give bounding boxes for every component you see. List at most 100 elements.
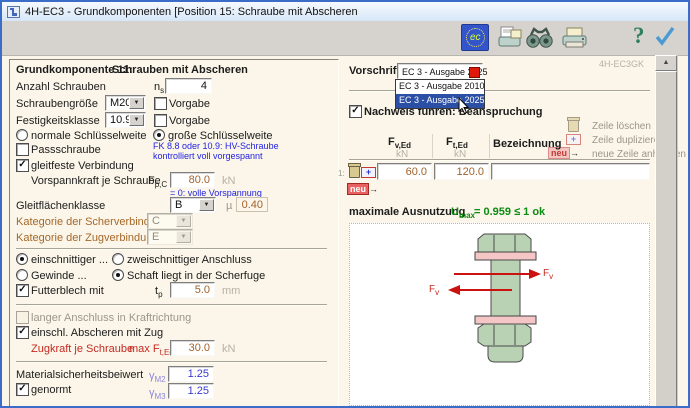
column-divider	[432, 134, 433, 158]
schaft-radio[interactable]	[112, 269, 124, 281]
print-button[interactable]	[561, 25, 589, 50]
chevron-down-icon: ▼	[176, 215, 191, 227]
gewinde-label: Gewinde ...	[31, 270, 87, 282]
chevron-down-icon[interactable]: ▼	[129, 97, 144, 109]
ftmax-symbol: max Ft,Ed	[129, 343, 174, 355]
row-number: 1:	[338, 168, 345, 180]
row-duplicate-button[interactable]: +	[361, 167, 376, 178]
futterblech-checkbox[interactable]: ✓	[16, 284, 29, 297]
confirm-button[interactable]	[654, 25, 676, 47]
check-icon: ✓	[18, 159, 26, 170]
scrollbar-thumb[interactable]	[655, 71, 677, 408]
binoculars-icon	[527, 29, 552, 47]
gleitflaechenklasse-label: Gleitflächenklasse	[16, 200, 105, 212]
divider	[16, 361, 327, 362]
tp-symbol: tp	[155, 285, 163, 297]
festigkeitsklasse-label: Festigkeitsklasse	[16, 115, 100, 127]
passschraube-label: Passschraube	[31, 144, 101, 156]
fted-input[interactable]	[434, 163, 489, 180]
schraubengroesse-label: Schraubengröße	[16, 98, 98, 110]
bezeichnung-input[interactable]	[491, 163, 650, 180]
up-arrow-icon: ▲	[663, 59, 670, 66]
chevron-down-icon[interactable]: ▼	[199, 199, 214, 211]
figure-panel	[349, 223, 650, 406]
futterblech-dicke-input[interactable]	[170, 282, 215, 298]
duplicate-icon: +	[566, 134, 581, 145]
arrow-right-icon: →	[369, 184, 378, 194]
legend-delete-label: Zeile löschen	[592, 121, 651, 133]
einschnittig-radio[interactable]	[16, 253, 28, 265]
fk-hint-line2: kontrolliert voll vorgespannt	[153, 151, 263, 161]
col-fted-header: Ft,Ed	[446, 136, 468, 148]
window-title: 4H-EC3 - Grundkomponenten [Position 15: …	[25, 6, 358, 18]
column-divider	[489, 134, 490, 158]
vorspannkraft-label: Vorspannkraft je Schraube	[31, 175, 161, 187]
ec-standard-button[interactable]: ec	[461, 24, 489, 51]
search-button[interactable]	[525, 26, 554, 49]
plus-icon: +	[366, 167, 371, 177]
vorgabe-festigkeit-label: Vorgabe	[169, 115, 210, 127]
fk-hint-line1: FK 8.8 oder 10.9: HV-Schraube	[153, 141, 279, 151]
kategorie-zug-value: E	[152, 231, 159, 243]
gamma-m3-symbol: γM3	[149, 387, 166, 399]
festigkeitsklasse-select[interactable]: 10.9 ▼	[105, 112, 146, 128]
ausnutzung-label: maximale Ausnutzung	[349, 206, 465, 218]
passschraube-checkbox[interactable]	[16, 143, 29, 156]
red-indicator-icon[interactable]	[469, 67, 480, 78]
row-delete-button[interactable]	[349, 165, 360, 178]
fpc-symbol: Fp,C	[148, 175, 167, 187]
zweischnittig-radio[interactable]	[112, 253, 124, 265]
gewinde-radio[interactable]	[16, 269, 28, 281]
gamma-m2-input[interactable]	[168, 366, 214, 382]
ec-icon: ec	[470, 32, 481, 43]
vorschrift-select[interactable]: EC 3 - Ausgabe 2025	[397, 63, 483, 79]
genormt-checkbox[interactable]: ✓	[16, 383, 29, 396]
col-bezeichnung-header: Bezeichnung	[493, 138, 561, 150]
printer-icon	[563, 28, 586, 47]
normale-schluesselweite-label: normale Schlüsselweite	[31, 130, 147, 142]
vorspannkraft-input[interactable]	[170, 172, 215, 188]
check-icon: ✓	[18, 284, 26, 295]
scrollbar-up-button[interactable]: ▲	[655, 55, 677, 71]
kategorie-scher-value: C	[152, 215, 160, 227]
umax-symbol: Umax	[451, 206, 475, 218]
confirm-check-icon	[657, 28, 673, 43]
help-button[interactable]: ?	[633, 23, 645, 49]
vorgabe-groesse-checkbox[interactable]	[154, 97, 167, 110]
normale-schluesselweite-radio[interactable]	[16, 129, 28, 141]
fved-input[interactable]	[377, 163, 432, 180]
nachweis-fuehren-checkbox[interactable]: ✓	[349, 105, 362, 118]
gleitflaechenklasse-select[interactable]: B ▼	[170, 197, 216, 213]
fv-force-label: Fv	[543, 268, 553, 280]
bolt-figure	[350, 224, 649, 405]
chevron-down-icon[interactable]: ▼	[129, 114, 144, 126]
legend-duplicate-label: Zeile duplizieren	[592, 135, 665, 147]
anzahl-schrauben-input[interactable]	[165, 78, 212, 94]
kategorie-scherverbindung-select: C ▼	[147, 213, 193, 229]
gleitfeste-verbindung-label: gleitfeste Verbindung	[31, 160, 134, 172]
vorschrift-dropdown-list: EC 3 - Ausgabe 2010 EC 3 - Ausgabe 2025	[395, 79, 485, 109]
title-bar: 4H-EC3 - Grundkomponenten [Position 15: …	[2, 2, 688, 21]
abscheren-mit-zug-label: einschl. Abscheren mit Zug	[31, 327, 163, 339]
gleitfeste-verbindung-checkbox[interactable]: ✓	[16, 159, 29, 172]
check-icon: ✓	[18, 326, 26, 337]
grosse-schluesselweite-radio[interactable]	[153, 129, 165, 141]
plus-icon: +	[571, 134, 576, 144]
zugkraft-input[interactable]	[170, 340, 215, 356]
check-icon: ✓	[18, 383, 26, 394]
genormt-label: genormt	[31, 384, 71, 396]
schaft-label: Schaft liegt in der Scherfuge	[127, 270, 265, 282]
vorgabe-festigkeit-checkbox[interactable]	[154, 114, 167, 127]
print-preview-button[interactable]	[496, 25, 524, 50]
table-header-divider	[349, 159, 650, 160]
futterblech-unit: mm	[222, 285, 240, 297]
neu-append-button[interactable]: neu	[347, 183, 369, 195]
app-icon	[7, 6, 20, 18]
schraubengroesse-select[interactable]: M20 ▼	[105, 95, 146, 111]
gamma-m3-input[interactable]	[168, 383, 214, 399]
futterblech-label: Futterblech mit	[31, 285, 104, 297]
trash-icon	[568, 119, 579, 132]
dropdown-option-2010[interactable]: EC 3 - Ausgabe 2010	[396, 80, 484, 94]
vorschrift-label: Vorschrift	[349, 65, 400, 77]
abscheren-mit-zug-checkbox[interactable]: ✓	[16, 326, 29, 339]
